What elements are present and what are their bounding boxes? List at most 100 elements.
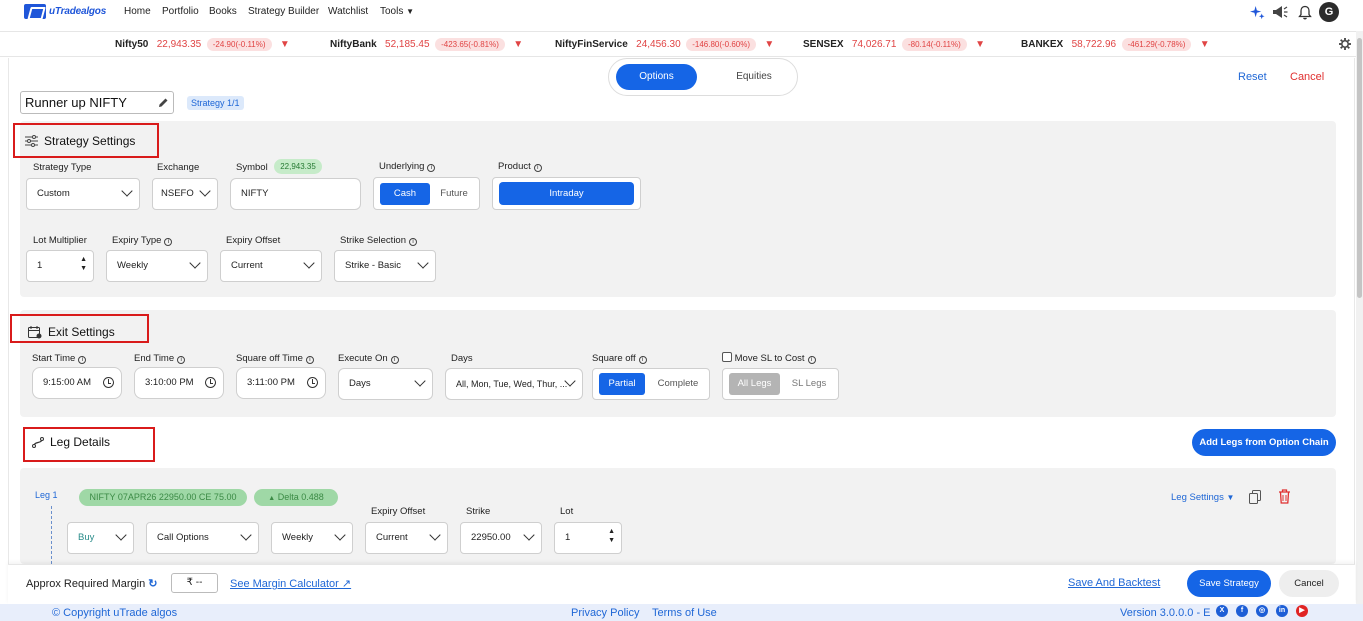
option-type-select[interactable]: Call Options bbox=[146, 522, 259, 554]
terms-of-use-link[interactable]: Terms of Use bbox=[652, 607, 717, 619]
x-social-icon[interactable]: X bbox=[1216, 605, 1228, 617]
clock-icon[interactable] bbox=[103, 377, 114, 388]
cancel-link[interactable]: Cancel bbox=[1290, 71, 1324, 83]
megaphone-icon[interactable] bbox=[1272, 5, 1288, 20]
margin-calculator-link[interactable]: See Margin Calculator ↗ bbox=[230, 577, 351, 590]
nav-tools[interactable]: Tools ▼ bbox=[380, 6, 414, 17]
field-label: End Time i bbox=[134, 353, 186, 364]
strategy-type-select[interactable]: Custom bbox=[26, 178, 140, 210]
tab-options[interactable]: Options bbox=[616, 64, 697, 90]
exit-settings-panel bbox=[20, 310, 1336, 417]
strike-selection-select[interactable]: Strike - Basic bbox=[334, 250, 436, 282]
move-sl-checkbox[interactable] bbox=[722, 352, 732, 362]
strategy-name-value: Runner up NIFTY bbox=[25, 95, 127, 110]
calendar-icon bbox=[28, 326, 42, 339]
square-off-time-input[interactable]: 3:11:00 PM bbox=[236, 367, 326, 399]
save-backtest-link[interactable]: Save And Backtest bbox=[1068, 577, 1160, 589]
move-sl-checkbox-row[interactable]: Move SL to Cost i bbox=[722, 352, 816, 364]
ticker-item[interactable]: Nifty50 22,943.35 -24.90(-0.11%) ▼ bbox=[115, 38, 290, 51]
field-label: Days bbox=[451, 353, 473, 364]
nav-books[interactable]: Books bbox=[209, 6, 237, 17]
field-label: Underlying i bbox=[379, 161, 436, 172]
ticker-item[interactable]: NiftyBank 52,185.45 -423.65(-0.81%) ▼ bbox=[330, 38, 523, 51]
ticker-item[interactable]: BANKEX 58,722.96 -461.29(-0.78%) ▼ bbox=[1021, 38, 1210, 51]
chevron-down-icon bbox=[523, 529, 535, 541]
execute-on-select[interactable]: Days bbox=[338, 368, 433, 400]
field-label-text: Expiry Type bbox=[112, 235, 162, 246]
leg-connector-line bbox=[51, 506, 52, 564]
copy-icon[interactable] bbox=[1249, 490, 1261, 504]
product-intraday[interactable]: Intraday bbox=[499, 182, 634, 205]
info-icon: i bbox=[305, 356, 314, 364]
nav-portfolio[interactable]: Portfolio bbox=[162, 6, 199, 17]
cancel-button[interactable]: Cancel bbox=[1279, 570, 1339, 597]
start-time-input[interactable]: 9:15:00 AM bbox=[32, 367, 122, 399]
down-arrow-icon: ▼ bbox=[513, 39, 524, 50]
info-icon: i bbox=[807, 356, 816, 364]
strike-select[interactable]: 22950.00 bbox=[460, 522, 542, 554]
linkedin-icon[interactable]: in bbox=[1276, 605, 1288, 617]
instagram-icon[interactable]: ◎ bbox=[1256, 605, 1268, 617]
ticker-item[interactable]: NiftyFinService 24,456.30 -146.80(-0.60%… bbox=[555, 38, 774, 51]
nav-home[interactable]: Home bbox=[124, 6, 151, 17]
privacy-policy-link[interactable]: Privacy Policy bbox=[571, 607, 639, 619]
leg-settings-link[interactable]: Leg Settings ▼ bbox=[1171, 492, 1234, 503]
select-value: Days bbox=[349, 378, 371, 389]
chevron-down-icon bbox=[334, 529, 346, 541]
leg-settings-text: Leg Settings bbox=[1171, 492, 1224, 503]
square-off-partial[interactable]: Partial bbox=[599, 373, 645, 395]
clock-icon[interactable] bbox=[205, 377, 216, 388]
nav-strategy-builder[interactable]: Strategy Builder bbox=[248, 6, 319, 17]
underlying-future[interactable]: Future bbox=[432, 183, 476, 205]
brand-logo[interactable]: uTradealgos bbox=[24, 4, 106, 19]
refresh-icon[interactable]: ↻ bbox=[148, 578, 157, 590]
add-legs-button[interactable]: Add Legs from Option Chain bbox=[1192, 429, 1336, 456]
leg-expiry-type-select[interactable]: Weekly bbox=[271, 522, 353, 554]
underlying-cash[interactable]: Cash bbox=[380, 183, 430, 205]
days-multiselect[interactable]: All, Mon, Tue, Wed, Thur, ... bbox=[445, 368, 583, 400]
tab-equities[interactable]: Equities bbox=[719, 64, 789, 90]
expiry-type-select[interactable]: Weekly bbox=[106, 250, 208, 282]
route-icon bbox=[32, 437, 44, 448]
ticker-change: -146.80(-0.60%) bbox=[686, 38, 757, 51]
square-off-complete[interactable]: Complete bbox=[649, 373, 707, 395]
stepper-arrows-icon[interactable]: ▲ ▼ bbox=[608, 527, 615, 545]
avatar[interactable]: G bbox=[1319, 2, 1339, 22]
bell-icon[interactable] bbox=[1298, 5, 1312, 20]
side-select[interactable]: Buy bbox=[67, 522, 134, 554]
save-strategy-button[interactable]: Save Strategy bbox=[1187, 570, 1271, 597]
youtube-icon[interactable]: ▶ bbox=[1296, 605, 1308, 617]
up-arrow-icon: ▲ bbox=[268, 495, 276, 502]
product-toggle: Intraday bbox=[492, 177, 641, 210]
sparkle-icon[interactable] bbox=[1250, 5, 1265, 20]
strategy-count-badge: Strategy 1/1 bbox=[187, 96, 244, 110]
gear-icon[interactable] bbox=[1339, 38, 1351, 50]
clock-icon[interactable] bbox=[307, 377, 318, 388]
chevron-down-icon bbox=[414, 375, 426, 387]
expiry-offset-select[interactable]: Current bbox=[220, 250, 322, 282]
select-value: NSEFO bbox=[161, 188, 194, 199]
nav-watchlist[interactable]: Watchlist bbox=[328, 6, 368, 17]
all-legs-option[interactable]: All Legs bbox=[729, 373, 780, 395]
sl-legs-option[interactable]: SL Legs bbox=[783, 373, 835, 395]
chevron-down-icon: ▼ bbox=[406, 7, 415, 16]
ticker-value: 22,943.35 bbox=[156, 39, 202, 50]
field-label: Expiry Offset bbox=[371, 506, 426, 517]
leg-expiry-offset-select[interactable]: Current bbox=[365, 522, 448, 554]
facebook-icon[interactable]: f bbox=[1236, 605, 1248, 617]
ticker-item[interactable]: SENSEX 74,026.71 -80.14(-0.11%) ▼ bbox=[803, 38, 985, 51]
lot-multiplier-stepper[interactable]: 1 ▲ ▼ bbox=[26, 250, 94, 282]
select-value: All, Mon, Tue, Wed, Thur, ... bbox=[456, 379, 568, 389]
info-icon: i bbox=[533, 164, 542, 172]
lot-stepper[interactable]: 1 ▲ ▼ bbox=[554, 522, 622, 554]
scrollbar-thumb[interactable] bbox=[1357, 38, 1362, 298]
reset-button[interactable]: Reset bbox=[1238, 71, 1267, 83]
pencil-icon[interactable] bbox=[158, 97, 169, 108]
trash-icon[interactable] bbox=[1278, 489, 1291, 504]
end-time-input[interactable]: 3:10:00 PM bbox=[134, 367, 224, 399]
stepper-arrows-icon[interactable]: ▲ ▼ bbox=[80, 255, 87, 273]
exchange-select[interactable]: NSEFO bbox=[152, 178, 218, 210]
strategy-name-input[interactable]: Runner up NIFTY bbox=[20, 91, 174, 114]
symbol-input[interactable]: NIFTY bbox=[230, 178, 361, 210]
info-icon: i bbox=[390, 356, 399, 364]
